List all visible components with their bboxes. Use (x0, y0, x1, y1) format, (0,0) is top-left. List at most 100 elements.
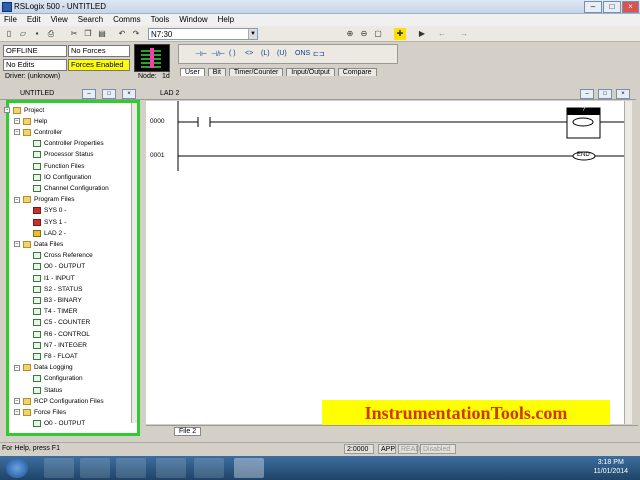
menu-comms[interactable]: Comms (109, 14, 145, 24)
tab-input-output[interactable]: Input/Output (286, 68, 335, 76)
tree-item[interactable]: − Program Files (14, 195, 74, 205)
chevron-down-icon[interactable]: ▼ (248, 29, 257, 39)
ladder-close-button[interactable]: × (616, 89, 630, 99)
tree-item[interactable]: Status (33, 385, 62, 395)
tab-bit[interactable]: Bit (207, 68, 226, 76)
forces-field[interactable]: No Forces (68, 45, 130, 57)
save-icon[interactable]: ▪ (31, 28, 43, 40)
clock[interactable]: 3:18 PM 11/01/2014 (593, 458, 628, 476)
tab-file-2[interactable]: File 2 (174, 427, 202, 436)
tree-item[interactable]: − Force Files (14, 407, 66, 417)
ladder-minimize-button[interactable]: – (580, 89, 594, 99)
tab-user[interactable]: User (180, 68, 205, 76)
tree-item[interactable]: Configuration (33, 374, 83, 384)
close-button[interactable]: × (622, 1, 639, 13)
tree-item[interactable]: SYS 1 - (33, 217, 66, 227)
copy-icon[interactable]: ❐ (82, 28, 94, 40)
expand-icon[interactable]: − (14, 129, 20, 136)
tab-timer-counter[interactable]: Timer/Counter (228, 68, 284, 76)
expand-icon[interactable]: − (4, 107, 10, 113)
rslogix-taskbar-icon[interactable] (234, 458, 264, 478)
rung-number-0[interactable]: 0000 (150, 118, 164, 125)
ladder-restore-button[interactable]: □ (598, 89, 612, 99)
tree-item[interactable]: Processor Status (33, 150, 94, 160)
new-file-icon[interactable]: ▯ (3, 28, 15, 40)
ladder-scrollbar[interactable] (624, 101, 632, 424)
tree-item[interactable]: Function Files (33, 161, 84, 171)
panel-minimize-button[interactable]: – (82, 89, 96, 99)
zoom-out-icon[interactable]: ⊖ (358, 28, 370, 40)
tree-item[interactable]: S2 - STATUS (33, 284, 82, 294)
start-button-icon[interactable] (6, 458, 28, 478)
tree-item[interactable]: I1 - INPUT (33, 273, 75, 283)
maximize-button[interactable]: □ (603, 1, 621, 13)
ladder-editor[interactable]: 0000 0001 ? END (146, 101, 632, 424)
tree-item[interactable]: IO Configuration (33, 172, 91, 182)
print-icon[interactable]: ⎙ (45, 28, 57, 40)
rung-number-1[interactable]: 0001 (150, 152, 164, 159)
branch-icon[interactable]: ⊏⊐ (313, 50, 325, 58)
tab-compare[interactable]: Compare (337, 68, 377, 76)
coil-icon[interactable]: ( ) (229, 50, 236, 57)
verify-icon[interactable]: ✚ (394, 28, 406, 40)
expand-icon[interactable]: − (14, 196, 20, 203)
menu-view[interactable]: View (47, 14, 72, 24)
menu-window[interactable]: Window (175, 14, 211, 24)
expand-icon[interactable]: − (14, 364, 20, 371)
panel-restore-button[interactable]: □ (102, 89, 116, 99)
edits-field[interactable]: No Edits (3, 59, 67, 71)
tree-item[interactable]: LAD 2 - (33, 228, 66, 238)
tree-item[interactable]: T4 - TIMER (33, 307, 77, 317)
window-icon[interactable]: ▢ (372, 28, 384, 40)
contact-nc-icon[interactable]: ⊣/⊢ (211, 50, 225, 58)
minimize-button[interactable]: – (584, 1, 602, 13)
tree-item[interactable]: B3 - BINARY (33, 295, 82, 305)
processor-status-icon[interactable] (134, 44, 170, 72)
address-combo[interactable]: N7:30 ▼ (148, 28, 258, 40)
tree-item[interactable]: − Controller (14, 127, 62, 137)
tree-item[interactable]: N7 - INTEGER (33, 340, 87, 350)
forward-arrow-icon[interactable]: → (458, 28, 470, 40)
latch-icon[interactable]: (L) (261, 50, 270, 57)
contact-no-icon[interactable]: ⊣⊢ (195, 50, 207, 58)
expand-icon[interactable]: − (14, 409, 20, 416)
tree-item[interactable]: − Data Logging (14, 363, 73, 373)
forces-enabled-field[interactable]: Forces Enabled (68, 59, 130, 71)
unlatch-icon[interactable]: (U) (277, 50, 287, 57)
redo-icon[interactable]: ↷ (130, 28, 142, 40)
cut-icon[interactable]: ✂ (68, 28, 80, 40)
app-window-icon[interactable] (194, 458, 224, 478)
tree-item[interactable]: R6 - CONTROL (33, 329, 90, 339)
ie-icon[interactable] (44, 458, 74, 478)
explorer-icon[interactable] (116, 458, 146, 478)
undo-icon[interactable]: ↶ (116, 28, 128, 40)
open-file-icon[interactable]: ▱ (17, 28, 29, 40)
tree-item[interactable]: F8 - FLOAT (33, 351, 78, 361)
osr-icon[interactable]: <> (245, 50, 253, 57)
expand-icon[interactable]: − (14, 118, 20, 125)
menu-tools[interactable]: Tools (147, 14, 174, 24)
tree-item[interactable]: O0 - OUTPUT (33, 262, 85, 272)
ons-icon[interactable]: ONS (295, 50, 310, 57)
tree-item[interactable]: Cross Reference (33, 251, 93, 261)
tree-item[interactable]: Channel Configuration (33, 183, 109, 193)
back-arrow-icon[interactable]: ← (436, 28, 448, 40)
tree-item[interactable]: − Project (4, 105, 44, 115)
panel-close-button[interactable]: × (122, 89, 136, 99)
tree-item[interactable]: O0 - OUTPUT (33, 419, 85, 429)
tree-item[interactable]: Controller Properties (33, 139, 104, 149)
tree-item[interactable]: − RCP Configuration Files (14, 396, 104, 406)
mode-field[interactable]: OFFLINE (3, 45, 67, 57)
tree-item[interactable]: SYS 0 - (33, 206, 66, 216)
zoom-in-icon[interactable]: ⊕ (344, 28, 356, 40)
paste-icon[interactable]: ▤ (96, 28, 108, 40)
tree-item[interactable]: C5 - COUNTER (33, 318, 90, 328)
tree-item[interactable]: − Help (14, 116, 47, 126)
menu-search[interactable]: Search (74, 14, 107, 24)
menu-help[interactable]: Help (214, 14, 238, 24)
play-icon[interactable]: ▶ (416, 28, 428, 40)
menu-edit[interactable]: Edit (23, 14, 45, 24)
menu-file[interactable]: File (0, 14, 21, 24)
expand-icon[interactable]: − (14, 398, 20, 405)
media-player-icon[interactable] (80, 458, 110, 478)
